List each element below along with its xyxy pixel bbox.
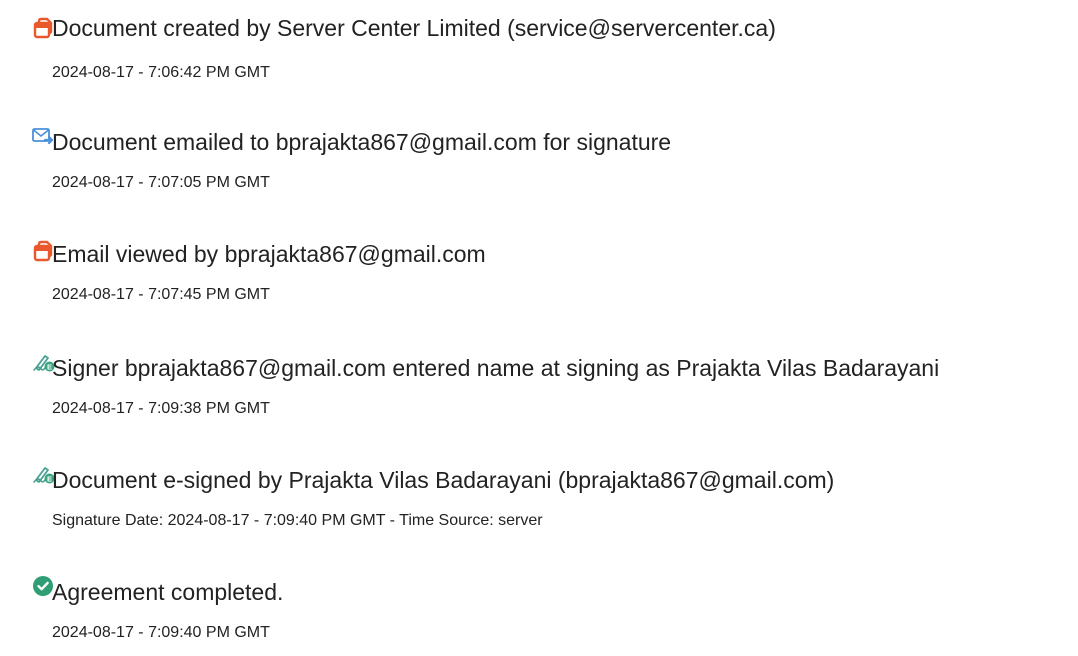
event-timestamp: 2024-08-17 - 7:06:42 PM GMT [52, 64, 270, 81]
event-title: Document created by Server Center Limite… [52, 15, 776, 41]
document-created-icon [32, 17, 54, 39]
email-sent-icon [32, 126, 54, 148]
event-title: Signer bprajakta867@gmail.com entered na… [52, 355, 940, 381]
document-viewed-icon [32, 240, 54, 262]
event-title: Email viewed by bprajakta867@gmail.com [52, 241, 486, 267]
event-title: Document e-signed by Prajakta Vilas Bada… [52, 467, 835, 493]
event-title: Agreement completed. [52, 579, 284, 605]
event-title: Document emailed to bprajakta867@gmail.c… [52, 129, 672, 155]
event-timestamp: 2024-08-17 - 7:09:40 PM GMT [52, 624, 270, 641]
event-timestamp: 2024-08-17 - 7:07:05 PM GMT [52, 174, 270, 191]
event-timestamp: 2024-08-17 - 7:07:45 PM GMT [52, 286, 270, 303]
check-circle-icon [32, 575, 54, 597]
e-sign-pen-icon: E [32, 351, 55, 373]
event-timestamp: 2024-08-17 - 7:09:38 PM GMT [52, 400, 270, 417]
event-timestamp: Signature Date: 2024-08-17 - 7:09:40 PM … [52, 512, 543, 529]
e-sign-pen-icon: E [32, 463, 55, 485]
